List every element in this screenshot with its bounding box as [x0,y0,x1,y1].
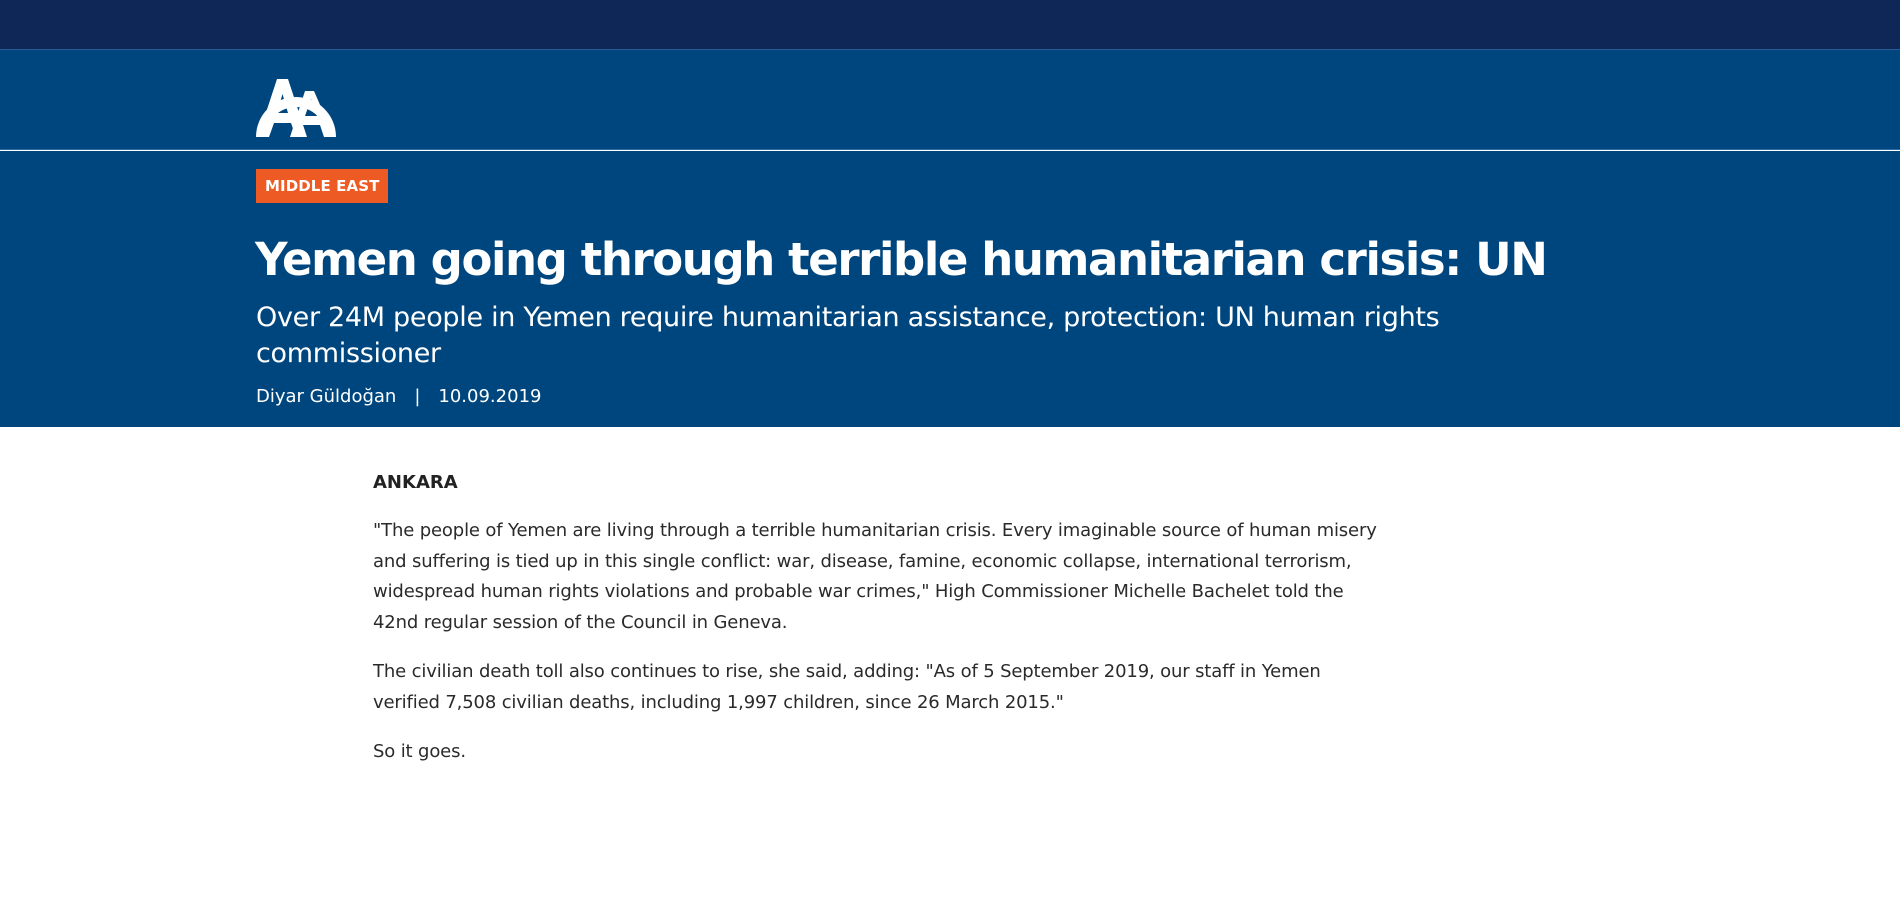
page: MIDDLE EAST Yemen going through terrible… [0,0,1902,901]
article-body: ANKARA "The people of Yemen are living t… [373,470,1383,787]
byline-separator: | [414,386,421,407]
article-headline: Yemen going through terrible humanitaria… [255,233,1548,286]
top-bar [0,0,1900,50]
publish-date: 10.09.2019 [438,386,542,407]
author-name[interactable]: Diyar Güldoğan [256,386,396,407]
article-paragraph: So it goes. [373,741,466,762]
article-hero: MIDDLE EAST Yemen going through terrible… [0,151,1900,427]
byline: Diyar Güldoğan | 10.09.2019 [256,384,541,410]
dateline: ANKARA [373,472,458,493]
category-badge[interactable]: MIDDLE EAST [256,169,389,203]
aa-logo-icon[interactable] [250,61,342,141]
logo-bar [0,50,1900,150]
article-paragraph: The civilian death toll also continues t… [373,661,1321,713]
article-paragraph: "The people of Yemen are living through … [373,520,1377,633]
article-subtitle: Over 24M people in Yemen require humanit… [256,302,1440,369]
